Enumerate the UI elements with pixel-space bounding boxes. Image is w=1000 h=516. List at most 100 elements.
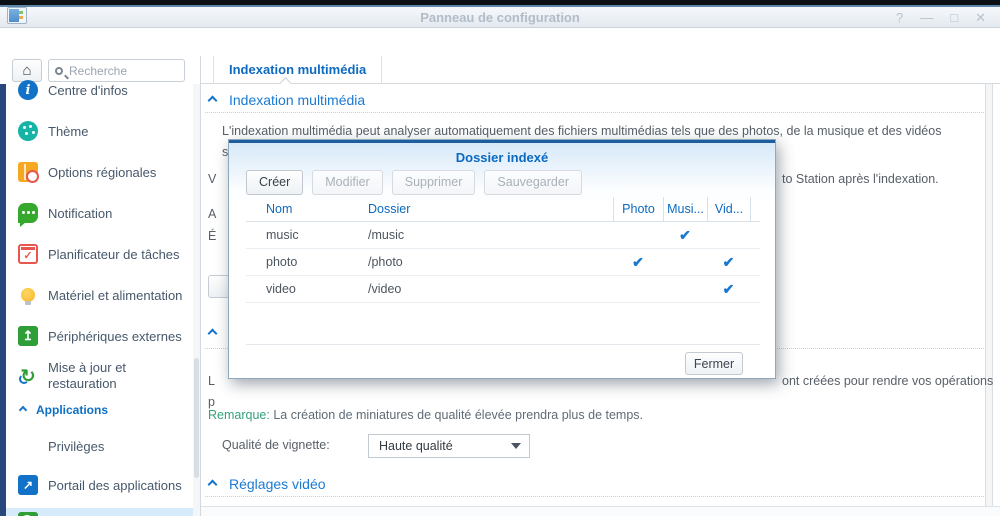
help-icon[interactable]: ? [896, 10, 903, 25]
indexed-folder-table: Nom Dossier Photo Musi... Vid... music /… [246, 197, 760, 303]
video-checkmark-icon: ✔ [722, 280, 735, 297]
note-label: Remarque: [208, 408, 270, 422]
sidebar-item-regional-options[interactable]: Options régionales [6, 154, 195, 190]
section-collapse-chevron-icon [207, 328, 218, 339]
app-icon-dot [19, 16, 23, 19]
table-row[interactable]: music /music ✔ [246, 222, 760, 249]
update-arrows-icon [18, 366, 38, 386]
occluded-text-fragment: to Station après l'indexation. [782, 172, 939, 186]
sidebar-item-label: Planificateur de tâches [48, 246, 180, 262]
window-titlebar: Panneau de configuration ? — □ ✕ [0, 5, 1000, 28]
content-scrollbar[interactable] [985, 84, 993, 506]
section-title-video-settings: Réglages vidéo [229, 476, 326, 492]
occluded-text-fragment: A [208, 207, 217, 221]
privileges-grid-icon [18, 436, 38, 456]
cell-folder: /photo [368, 255, 403, 269]
backup-button[interactable]: Sauvegarder [484, 170, 582, 195]
occluded-text-fragment: V [208, 172, 217, 186]
section-title-multimedia-indexing: Indexation multimédia [229, 92, 366, 108]
thumbnail-quality-value: Haute qualité [379, 439, 453, 453]
table-header-row: Nom Dossier Photo Musi... Vid... [246, 197, 760, 222]
video-checkmark-icon: ✔ [722, 253, 735, 270]
note-line: Remarque: La création de miniatures de q… [208, 408, 643, 422]
close-dialog-button[interactable]: Fermer [685, 352, 743, 375]
cell-name: photo [266, 255, 298, 269]
sidebar-item-label: Thème [48, 123, 89, 139]
app-icon-dot [19, 11, 23, 14]
action-bar: Appliquer Réinitialiser [201, 506, 1000, 516]
column-header-photo[interactable]: Photo [613, 197, 663, 221]
sidebar-item-notification[interactable]: Notification [6, 195, 195, 231]
sidebar-item-application-portal[interactable]: Portail des applications [6, 467, 195, 503]
dialog-toolbar: Créer Modifier Supprimer Sauvegarder [229, 170, 775, 195]
sidebar-item-update-restore[interactable]: Mise à jour et restauration [6, 354, 195, 398]
note-text: La création de miniatures de qualité éle… [273, 408, 643, 422]
app-icon-pane [9, 9, 19, 22]
cell-folder: /music [368, 228, 405, 242]
occluded-text-fragment: É [208, 229, 217, 243]
column-header-spacer [750, 197, 760, 221]
sidebar-item-label: Notification [48, 205, 113, 221]
sidebar-item-info-center[interactable]: Centre d'infos [6, 72, 195, 108]
sidebar-section-applications[interactable]: Applications [6, 398, 195, 422]
indexed-folder-dialog: Dossier indexé Créer Modifier Supprimer … [228, 139, 776, 379]
sidebar: Centre d'infos Thème Options régionales … [6, 80, 200, 516]
sidebar-item-label: Privilèges [48, 438, 105, 454]
sidebar-item-indexing-services[interactable]: Services d'indexation [6, 508, 195, 516]
dialog-footer-divider [246, 344, 760, 345]
sidebar-item-task-scheduler[interactable]: Planificateur de tâches [6, 236, 195, 272]
map-clock-icon [18, 162, 39, 183]
window-title: Panneau de configuration [420, 10, 580, 25]
occluded-text-fragment: p [208, 395, 215, 409]
control-panel-app-icon [7, 7, 27, 24]
sidebar-item-label: Portail des applications [48, 477, 182, 493]
occluded-text-fragment: ont créées pour rendre vos opérations [782, 374, 994, 388]
occluded-text-fragment: L [208, 374, 215, 388]
cell-name: music [266, 228, 299, 242]
cell-folder: /video [368, 282, 402, 296]
delete-button[interactable]: Supprimer [391, 170, 476, 195]
sidebar-item-external-devices[interactable]: Périphériques externes [6, 318, 195, 354]
indexing-search-icon [18, 512, 38, 516]
sidebar-item-hardware-power[interactable]: Matériel et alimentation [6, 277, 195, 313]
chevron-down-icon [511, 443, 521, 449]
sidebar-item-label: Périphériques externes [48, 328, 182, 344]
table-row[interactable]: video /video ✔ [246, 276, 760, 303]
sidebar-item-theme[interactable]: Thème [6, 113, 195, 149]
sidebar-item-label: Centre d'infos [48, 82, 128, 98]
column-header-folder[interactable]: Dossier [368, 202, 613, 216]
external-drive-icon [18, 326, 38, 346]
sidebar-item-label: Matériel et alimentation [48, 287, 183, 303]
modify-button[interactable]: Modifier [312, 170, 383, 195]
section-collapse-chevron-icon[interactable] [207, 479, 218, 490]
dialog-header: Dossier indexé Créer Modifier Supprimer … [229, 143, 775, 201]
speech-bubble-icon [18, 203, 38, 227]
tab-bar: Indexation multimédia [201, 56, 1000, 84]
sidebar-item-privileges[interactable]: Privilèges [6, 428, 195, 464]
tab-indexation-multimedia[interactable]: Indexation multimédia [213, 56, 383, 83]
maximize-icon[interactable]: □ [950, 10, 958, 25]
sidebar-scrollbar[interactable] [193, 84, 200, 516]
palette-icon [18, 121, 38, 141]
section-collapse-chevron-icon[interactable] [207, 95, 218, 106]
thumbnail-quality-select[interactable]: Haute qualité [368, 434, 530, 458]
column-header-music[interactable]: Musi... [663, 197, 707, 221]
sidebar-scrollbar-thumb[interactable] [194, 358, 199, 478]
cell-name: video [266, 282, 296, 296]
close-icon[interactable]: ✕ [975, 10, 986, 26]
lightbulb-icon [18, 285, 38, 305]
window-controls: ? — □ ✕ [896, 7, 986, 28]
column-header-name[interactable]: Nom [246, 202, 368, 216]
sidebar-item-label: Mise à jour et restauration [48, 360, 127, 391]
minimize-icon[interactable]: — [920, 10, 933, 25]
dialog-title: Dossier indexé [455, 150, 549, 165]
section-divider [205, 112, 984, 113]
collapse-chevron-icon [18, 405, 28, 415]
table-row[interactable]: photo /photo ✔ ✔ [246, 249, 760, 276]
create-button[interactable]: Créer [246, 170, 304, 195]
music-checkmark-icon: ✔ [679, 226, 691, 243]
photo-checkmark-icon: ✔ [632, 253, 644, 270]
thumbnail-quality-label: Qualité de vignette: [222, 438, 330, 452]
sidebar-section-label: Applications [36, 403, 109, 417]
column-header-video[interactable]: Vid... [707, 197, 750, 221]
